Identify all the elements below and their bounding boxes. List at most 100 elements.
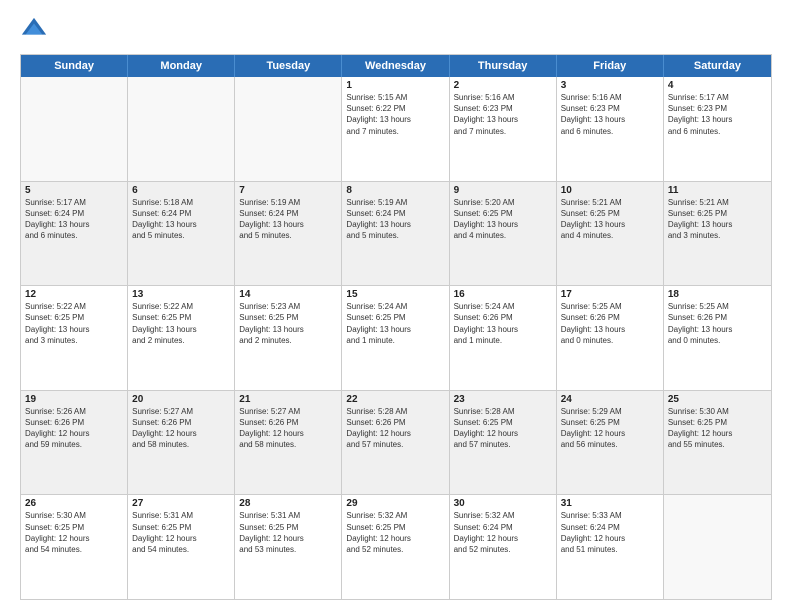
calendar-body: 1Sunrise: 5:15 AM Sunset: 6:22 PM Daylig… <box>21 77 771 599</box>
day-number: 10 <box>561 185 659 196</box>
day-number: 13 <box>132 289 230 300</box>
day-info: Sunrise: 5:28 AM Sunset: 6:25 PM Dayligh… <box>454 406 552 451</box>
logo <box>20 16 52 44</box>
day-cell-6: 6Sunrise: 5:18 AM Sunset: 6:24 PM Daylig… <box>128 182 235 286</box>
day-info: Sunrise: 5:30 AM Sunset: 6:25 PM Dayligh… <box>25 510 123 555</box>
day-cell-28: 28Sunrise: 5:31 AM Sunset: 6:25 PM Dayli… <box>235 495 342 599</box>
day-number: 12 <box>25 289 123 300</box>
week-row-5: 26Sunrise: 5:30 AM Sunset: 6:25 PM Dayli… <box>21 494 771 599</box>
day-info: Sunrise: 5:24 AM Sunset: 6:26 PM Dayligh… <box>454 301 552 346</box>
empty-cell <box>128 77 235 181</box>
day-number: 31 <box>561 498 659 509</box>
day-cell-12: 12Sunrise: 5:22 AM Sunset: 6:25 PM Dayli… <box>21 286 128 390</box>
day-cell-1: 1Sunrise: 5:15 AM Sunset: 6:22 PM Daylig… <box>342 77 449 181</box>
day-cell-26: 26Sunrise: 5:30 AM Sunset: 6:25 PM Dayli… <box>21 495 128 599</box>
day-info: Sunrise: 5:31 AM Sunset: 6:25 PM Dayligh… <box>132 510 230 555</box>
header-day-sunday: Sunday <box>21 55 128 77</box>
day-cell-3: 3Sunrise: 5:16 AM Sunset: 6:23 PM Daylig… <box>557 77 664 181</box>
day-number: 15 <box>346 289 444 300</box>
day-cell-29: 29Sunrise: 5:32 AM Sunset: 6:25 PM Dayli… <box>342 495 449 599</box>
day-number: 2 <box>454 80 552 91</box>
day-info: Sunrise: 5:32 AM Sunset: 6:25 PM Dayligh… <box>346 510 444 555</box>
day-number: 22 <box>346 394 444 405</box>
week-row-1: 1Sunrise: 5:15 AM Sunset: 6:22 PM Daylig… <box>21 77 771 181</box>
day-cell-30: 30Sunrise: 5:32 AM Sunset: 6:24 PM Dayli… <box>450 495 557 599</box>
day-info: Sunrise: 5:25 AM Sunset: 6:26 PM Dayligh… <box>668 301 767 346</box>
day-info: Sunrise: 5:21 AM Sunset: 6:25 PM Dayligh… <box>561 197 659 242</box>
day-number: 16 <box>454 289 552 300</box>
header-day-monday: Monday <box>128 55 235 77</box>
day-number: 29 <box>346 498 444 509</box>
empty-cell <box>21 77 128 181</box>
calendar-header: SundayMondayTuesdayWednesdayThursdayFrid… <box>21 55 771 77</box>
day-info: Sunrise: 5:33 AM Sunset: 6:24 PM Dayligh… <box>561 510 659 555</box>
day-number: 23 <box>454 394 552 405</box>
week-row-3: 12Sunrise: 5:22 AM Sunset: 6:25 PM Dayli… <box>21 285 771 390</box>
header <box>20 16 772 44</box>
day-number: 17 <box>561 289 659 300</box>
day-info: Sunrise: 5:15 AM Sunset: 6:22 PM Dayligh… <box>346 92 444 137</box>
day-info: Sunrise: 5:17 AM Sunset: 6:23 PM Dayligh… <box>668 92 767 137</box>
day-info: Sunrise: 5:24 AM Sunset: 6:25 PM Dayligh… <box>346 301 444 346</box>
day-number: 20 <box>132 394 230 405</box>
day-info: Sunrise: 5:30 AM Sunset: 6:25 PM Dayligh… <box>668 406 767 451</box>
day-info: Sunrise: 5:23 AM Sunset: 6:25 PM Dayligh… <box>239 301 337 346</box>
day-cell-22: 22Sunrise: 5:28 AM Sunset: 6:26 PM Dayli… <box>342 391 449 495</box>
day-number: 18 <box>668 289 767 300</box>
day-cell-9: 9Sunrise: 5:20 AM Sunset: 6:25 PM Daylig… <box>450 182 557 286</box>
day-info: Sunrise: 5:19 AM Sunset: 6:24 PM Dayligh… <box>346 197 444 242</box>
day-number: 14 <box>239 289 337 300</box>
day-info: Sunrise: 5:22 AM Sunset: 6:25 PM Dayligh… <box>25 301 123 346</box>
day-cell-31: 31Sunrise: 5:33 AM Sunset: 6:24 PM Dayli… <box>557 495 664 599</box>
day-cell-10: 10Sunrise: 5:21 AM Sunset: 6:25 PM Dayli… <box>557 182 664 286</box>
day-info: Sunrise: 5:18 AM Sunset: 6:24 PM Dayligh… <box>132 197 230 242</box>
day-number: 4 <box>668 80 767 91</box>
header-day-tuesday: Tuesday <box>235 55 342 77</box>
day-number: 3 <box>561 80 659 91</box>
day-cell-2: 2Sunrise: 5:16 AM Sunset: 6:23 PM Daylig… <box>450 77 557 181</box>
header-day-friday: Friday <box>557 55 664 77</box>
day-cell-8: 8Sunrise: 5:19 AM Sunset: 6:24 PM Daylig… <box>342 182 449 286</box>
day-info: Sunrise: 5:31 AM Sunset: 6:25 PM Dayligh… <box>239 510 337 555</box>
day-number: 24 <box>561 394 659 405</box>
day-info: Sunrise: 5:29 AM Sunset: 6:25 PM Dayligh… <box>561 406 659 451</box>
day-cell-16: 16Sunrise: 5:24 AM Sunset: 6:26 PM Dayli… <box>450 286 557 390</box>
day-info: Sunrise: 5:19 AM Sunset: 6:24 PM Dayligh… <box>239 197 337 242</box>
day-info: Sunrise: 5:16 AM Sunset: 6:23 PM Dayligh… <box>454 92 552 137</box>
day-cell-17: 17Sunrise: 5:25 AM Sunset: 6:26 PM Dayli… <box>557 286 664 390</box>
day-cell-20: 20Sunrise: 5:27 AM Sunset: 6:26 PM Dayli… <box>128 391 235 495</box>
logo-icon <box>20 16 48 44</box>
day-number: 5 <box>25 185 123 196</box>
day-cell-21: 21Sunrise: 5:27 AM Sunset: 6:26 PM Dayli… <box>235 391 342 495</box>
day-number: 1 <box>346 80 444 91</box>
day-info: Sunrise: 5:27 AM Sunset: 6:26 PM Dayligh… <box>132 406 230 451</box>
week-row-2: 5Sunrise: 5:17 AM Sunset: 6:24 PM Daylig… <box>21 181 771 286</box>
header-day-saturday: Saturday <box>664 55 771 77</box>
day-number: 19 <box>25 394 123 405</box>
day-info: Sunrise: 5:26 AM Sunset: 6:26 PM Dayligh… <box>25 406 123 451</box>
day-info: Sunrise: 5:16 AM Sunset: 6:23 PM Dayligh… <box>561 92 659 137</box>
day-number: 11 <box>668 185 767 196</box>
day-number: 6 <box>132 185 230 196</box>
day-info: Sunrise: 5:27 AM Sunset: 6:26 PM Dayligh… <box>239 406 337 451</box>
day-cell-15: 15Sunrise: 5:24 AM Sunset: 6:25 PM Dayli… <box>342 286 449 390</box>
day-cell-4: 4Sunrise: 5:17 AM Sunset: 6:23 PM Daylig… <box>664 77 771 181</box>
day-number: 25 <box>668 394 767 405</box>
day-cell-23: 23Sunrise: 5:28 AM Sunset: 6:25 PM Dayli… <box>450 391 557 495</box>
day-number: 21 <box>239 394 337 405</box>
day-cell-18: 18Sunrise: 5:25 AM Sunset: 6:26 PM Dayli… <box>664 286 771 390</box>
day-number: 27 <box>132 498 230 509</box>
day-cell-11: 11Sunrise: 5:21 AM Sunset: 6:25 PM Dayli… <box>664 182 771 286</box>
calendar: SundayMondayTuesdayWednesdayThursdayFrid… <box>20 54 772 600</box>
day-cell-14: 14Sunrise: 5:23 AM Sunset: 6:25 PM Dayli… <box>235 286 342 390</box>
day-info: Sunrise: 5:17 AM Sunset: 6:24 PM Dayligh… <box>25 197 123 242</box>
day-info: Sunrise: 5:32 AM Sunset: 6:24 PM Dayligh… <box>454 510 552 555</box>
day-cell-13: 13Sunrise: 5:22 AM Sunset: 6:25 PM Dayli… <box>128 286 235 390</box>
page: SundayMondayTuesdayWednesdayThursdayFrid… <box>0 0 792 612</box>
day-number: 8 <box>346 185 444 196</box>
day-info: Sunrise: 5:20 AM Sunset: 6:25 PM Dayligh… <box>454 197 552 242</box>
day-number: 7 <box>239 185 337 196</box>
day-number: 26 <box>25 498 123 509</box>
day-number: 28 <box>239 498 337 509</box>
day-cell-5: 5Sunrise: 5:17 AM Sunset: 6:24 PM Daylig… <box>21 182 128 286</box>
